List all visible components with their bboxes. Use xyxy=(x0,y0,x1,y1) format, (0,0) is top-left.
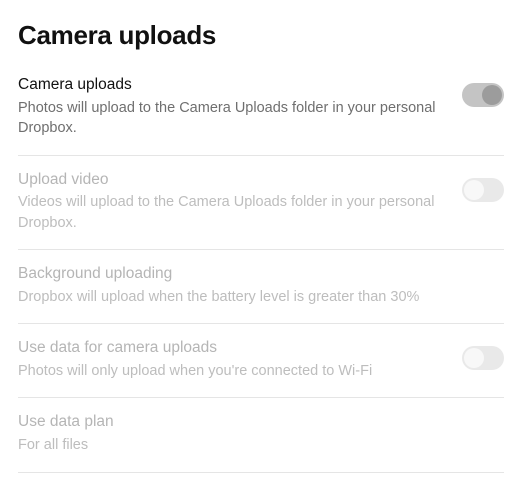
settings-list: Camera uploadsPhotos will upload to the … xyxy=(18,75,504,473)
page-title: Camera uploads xyxy=(18,20,504,51)
toggle-switch xyxy=(462,178,504,202)
toggle-knob xyxy=(464,348,484,368)
toggle-switch xyxy=(462,346,504,370)
setting-title: Camera uploads xyxy=(18,75,446,96)
setting-description: Dropbox will upload when the battery lev… xyxy=(18,287,488,307)
setting-text: Use data planFor all files xyxy=(18,412,504,455)
toggle-switch[interactable] xyxy=(462,83,504,107)
setting-description: Photos will only upload when you're conn… xyxy=(18,361,446,381)
setting-row: Use data for camera uploadsPhotos will o… xyxy=(18,324,504,398)
setting-row: Background uploadingDropbox will upload … xyxy=(18,250,504,324)
setting-description: Photos will upload to the Camera Uploads… xyxy=(18,98,446,139)
setting-text: Camera uploadsPhotos will upload to the … xyxy=(18,75,462,139)
setting-text: Use data for camera uploadsPhotos will o… xyxy=(18,338,462,381)
setting-title: Use data for camera uploads xyxy=(18,338,446,359)
setting-description: Videos will upload to the Camera Uploads… xyxy=(18,192,446,233)
setting-title: Use data plan xyxy=(18,412,488,433)
setting-row: Upload videoVideos will upload to the Ca… xyxy=(18,156,504,251)
setting-text: Upload videoVideos will upload to the Ca… xyxy=(18,170,462,234)
toggle-knob xyxy=(482,85,502,105)
setting-description: For all files xyxy=(18,435,488,455)
setting-row: Use data planFor all files xyxy=(18,398,504,472)
setting-title: Background uploading xyxy=(18,264,488,285)
setting-row: Camera uploadsPhotos will upload to the … xyxy=(18,75,504,156)
setting-text: Background uploadingDropbox will upload … xyxy=(18,264,504,307)
toggle-knob xyxy=(464,180,484,200)
setting-title: Upload video xyxy=(18,170,446,191)
